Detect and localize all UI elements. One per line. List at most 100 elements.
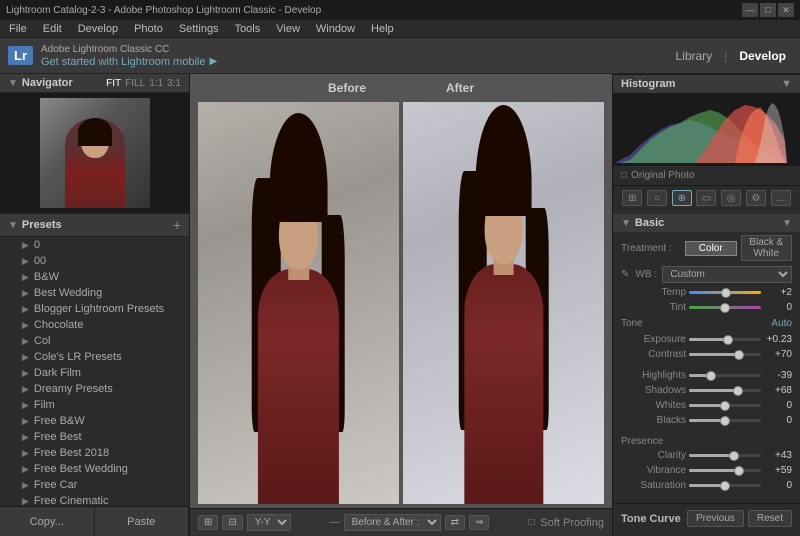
more-tool[interactable]: …	[771, 190, 791, 206]
module-develop[interactable]: Develop	[733, 47, 792, 65]
before-photo[interactable]	[198, 102, 399, 504]
list-item[interactable]: ▶Free Car	[0, 477, 189, 493]
zoom-fill[interactable]: FILL	[125, 78, 145, 89]
navigator-toggle[interactable]: ▼	[8, 78, 18, 89]
radial-tool[interactable]: ◎	[721, 190, 741, 206]
zoom-3-1[interactable]: 3:1	[167, 78, 181, 89]
list-item[interactable]: ▶Col	[0, 333, 189, 349]
crop-tool[interactable]: ⊞	[622, 190, 642, 206]
zoom-1-1[interactable]: 1:1	[149, 78, 163, 89]
adjust-tool[interactable]: ⚙	[746, 190, 766, 206]
list-item[interactable]: ▶Dreamy Presets	[0, 381, 189, 397]
menu-window[interactable]: Window	[313, 23, 358, 35]
menu-develop[interactable]: Develop	[75, 23, 121, 35]
compare-button[interactable]: ⊟	[222, 515, 242, 530]
basic-expand-icon[interactable]: ▼	[782, 218, 792, 229]
copy-button[interactable]: Copy...	[0, 507, 95, 536]
previous-button[interactable]: Previous	[687, 510, 744, 527]
presets-add-icon[interactable]: +	[173, 217, 181, 233]
list-item[interactable]: ▶Free B&W	[0, 413, 189, 429]
contrast-slider[interactable]	[689, 353, 761, 356]
axis-select[interactable]: Y-Y	[247, 514, 291, 531]
highlights-thumb[interactable]	[706, 371, 716, 381]
copy-after-button[interactable]: ⇒	[469, 515, 489, 530]
brand-arrow[interactable]: ▶	[209, 56, 217, 67]
swap-button[interactable]: ⇄	[445, 515, 465, 530]
redeye-tool[interactable]: ⊕	[672, 190, 692, 206]
brand-info: Adobe Lightroom Classic CC Get started w…	[41, 44, 217, 68]
list-item[interactable]: ▶Cole's LR Presets	[0, 349, 189, 365]
zoom-fit[interactable]: FIT	[106, 78, 121, 89]
menu-view[interactable]: View	[273, 23, 303, 35]
presets-toggle[interactable]: ▼	[8, 220, 18, 231]
shadows-thumb[interactable]	[733, 386, 743, 396]
menu-help[interactable]: Help	[368, 23, 397, 35]
menu-photo[interactable]: Photo	[131, 23, 166, 35]
list-item[interactable]: ▶Free Best 2018	[0, 445, 189, 461]
contrast-thumb[interactable]	[734, 350, 744, 360]
basic-toggle[interactable]: ▼	[621, 218, 631, 229]
menu-file[interactable]: File	[6, 23, 30, 35]
tint-thumb[interactable]	[720, 303, 730, 313]
histogram-chart	[615, 95, 798, 163]
basic-header: ▼ Basic ▼	[613, 214, 800, 232]
after-photo[interactable]	[403, 102, 604, 504]
clarity-thumb[interactable]	[729, 451, 739, 461]
presets-header: ▼ Presets +	[0, 213, 189, 237]
whites-slider[interactable]	[689, 404, 761, 407]
shadows-slider[interactable]	[689, 389, 761, 392]
menu-settings[interactable]: Settings	[176, 23, 222, 35]
shadows-label: Shadows	[621, 385, 686, 396]
wb-eyedropper[interactable]: ✎	[621, 269, 629, 280]
wb-select[interactable]: Custom As Shot Auto Daylight Cloudy Flas…	[662, 266, 792, 283]
paste-button[interactable]: Paste	[95, 507, 190, 536]
spot-tool[interactable]: ○	[647, 190, 667, 206]
tone-auto-button[interactable]: Auto	[771, 318, 792, 329]
saturation-thumb[interactable]	[720, 481, 730, 491]
module-library[interactable]: Library	[670, 47, 719, 65]
vibrance-slider[interactable]	[689, 469, 761, 472]
exposure-slider[interactable]	[689, 338, 761, 341]
color-treatment-button[interactable]: Color	[685, 241, 737, 256]
close-button[interactable]: ✕	[778, 3, 794, 17]
menu-tools[interactable]: Tools	[232, 23, 264, 35]
list-item[interactable]: ▶B&W	[0, 269, 189, 285]
highlights-slider[interactable]	[689, 374, 761, 377]
vibrance-thumb[interactable]	[734, 466, 744, 476]
titlebar-controls[interactable]: — □ ✕	[742, 3, 794, 17]
bw-treatment-button[interactable]: Black & White	[741, 235, 793, 261]
histogram-expand[interactable]: ▼	[781, 78, 792, 90]
menu-edit[interactable]: Edit	[40, 23, 65, 35]
before-after-select[interactable]: Before & After :	[344, 514, 441, 531]
list-item[interactable]: ▶Free Cinematic	[0, 493, 189, 506]
clarity-slider[interactable]	[689, 454, 761, 457]
whites-thumb[interactable]	[720, 401, 730, 411]
grid-view-button[interactable]: ⊞	[198, 515, 218, 530]
temp-thumb[interactable]	[721, 288, 731, 298]
orig-checkbox[interactable]: □	[621, 170, 627, 181]
saturation-slider[interactable]	[689, 484, 761, 487]
titlebar: Lightroom Catalog-2-3 - Adobe Photoshop …	[0, 0, 800, 20]
soft-proofing-label[interactable]: Soft Proofing	[540, 517, 604, 529]
exposure-thumb[interactable]	[723, 335, 733, 345]
grad-filter-tool[interactable]: ▭	[696, 190, 716, 206]
list-item[interactable]: ▶Free Best	[0, 429, 189, 445]
blacks-slider[interactable]	[689, 419, 761, 422]
list-item[interactable]: ▶Film	[0, 397, 189, 413]
list-item[interactable]: ▶Chocolate	[0, 317, 189, 333]
vibrance-value: +59	[764, 465, 792, 476]
tint-slider[interactable]	[689, 306, 761, 309]
maximize-button[interactable]: □	[760, 3, 776, 17]
list-item[interactable]: ▶Blogger Lightroom Presets	[0, 301, 189, 317]
blacks-thumb[interactable]	[720, 416, 730, 426]
list-item[interactable]: ▶Dark Film	[0, 365, 189, 381]
preset-arrow: ▶	[22, 432, 29, 443]
temp-slider[interactable]	[689, 291, 761, 294]
list-item[interactable]: ▶00	[0, 253, 189, 269]
reset-button[interactable]: Reset	[748, 510, 792, 527]
list-item[interactable]: ▶Free Best Wedding	[0, 461, 189, 477]
temp-value: +2	[764, 287, 792, 298]
list-item[interactable]: ▶Best Wedding	[0, 285, 189, 301]
list-item[interactable]: ▶0	[0, 237, 189, 253]
minimize-button[interactable]: —	[742, 3, 758, 17]
